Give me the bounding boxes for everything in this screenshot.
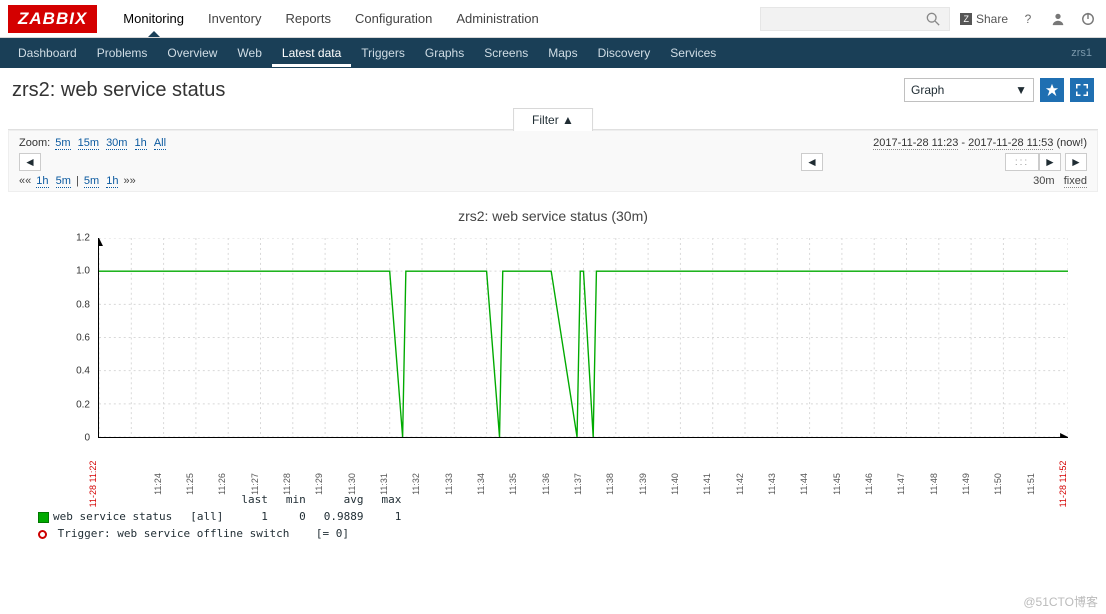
host-label: zrs1 (1071, 47, 1098, 59)
view-select-value: Graph (911, 83, 944, 97)
range-to[interactable]: 2017-11-28 11:53 (968, 137, 1053, 150)
zoom-15m[interactable]: 15m (78, 137, 99, 150)
subnav-web[interactable]: Web (227, 39, 271, 67)
zoom-5m[interactable]: 5m (55, 137, 70, 150)
help-icon[interactable]: ? (1018, 9, 1038, 29)
chevron-down-icon: ▼ (1015, 83, 1027, 97)
main-menu-reports[interactable]: Reports (273, 1, 343, 36)
legend-swatch (38, 512, 49, 523)
share-button[interactable]: Z Share (960, 12, 1008, 26)
nav-mode[interactable]: fixed (1064, 175, 1087, 188)
filter-toggle[interactable]: Filter ▲ (513, 108, 593, 131)
subnav-discovery[interactable]: Discovery (588, 39, 661, 67)
top-nav: ZABBIX MonitoringInventoryReportsConfigu… (0, 0, 1106, 38)
time-range: 2017-11-28 11:23 - 2017-11-28 11:53 (now… (873, 137, 1087, 149)
now-label: (now!) (1056, 137, 1087, 149)
favorite-button[interactable] (1040, 78, 1064, 102)
nav-5m[interactable]: 5m (84, 175, 99, 188)
user-icon[interactable] (1048, 9, 1068, 29)
nav-duration: 30m (1033, 175, 1054, 187)
zoom-30m[interactable]: 30m (106, 137, 127, 150)
brand-logo: ZABBIX (8, 5, 97, 33)
zoom-1h[interactable]: 1h (135, 137, 147, 150)
page-header: zrs2: web service status Graph ▼ (0, 68, 1106, 108)
main-menu-configuration[interactable]: Configuration (343, 1, 444, 36)
subnav-problems[interactable]: Problems (87, 39, 158, 67)
nav-1h[interactable]: 1h (36, 175, 48, 188)
time-bar: Zoom: 5m 15m 30m 1h All 2017-11-28 11:23… (8, 130, 1098, 192)
nav-5m[interactable]: 5m (56, 175, 71, 188)
chart-title: zrs2: web service status (30m) (8, 200, 1098, 228)
subnav-services[interactable]: Services (660, 39, 726, 67)
main-menu-monitoring[interactable]: Monitoring (111, 1, 196, 36)
search-input[interactable] (767, 12, 923, 26)
watermark: @51CTO博客 (1023, 593, 1098, 610)
slider-right-handle[interactable]: ► (1039, 153, 1061, 171)
scroll-left-button[interactable]: ◄ (19, 153, 41, 171)
share-label: Share (976, 12, 1008, 26)
main-menu-administration[interactable]: Administration (444, 1, 550, 36)
subnav-maps[interactable]: Maps (538, 39, 587, 67)
subnav-graphs[interactable]: Graphs (415, 39, 474, 67)
slider-grip[interactable]: ::: (1005, 153, 1039, 171)
scroll-right-button[interactable]: ► (1065, 153, 1087, 171)
sub-nav: DashboardProblemsOverviewWebLatest dataT… (0, 38, 1106, 68)
nav-left: «« 1h 5m | 5m 1h »» (19, 175, 136, 187)
subnav-latest-data[interactable]: Latest data (272, 39, 351, 67)
zoom-controls: Zoom: 5m 15m 30m 1h All (19, 137, 168, 149)
subnav-overview[interactable]: Overview (157, 39, 227, 67)
search-box[interactable] (760, 7, 950, 31)
nav-right: 30m fixed (1033, 175, 1087, 187)
chart: zrs2: web service status (30m) 00.20.40.… (8, 200, 1098, 543)
chart-plot: 00.20.40.60.81.01.2 11-28 11:2211:2411:2… (28, 228, 1078, 488)
view-select[interactable]: Graph ▼ (904, 78, 1034, 102)
zoom-all[interactable]: All (154, 137, 166, 150)
slider-left-handle[interactable]: ◄ (801, 153, 823, 171)
subnav-dashboard[interactable]: Dashboard (8, 39, 87, 67)
top-right: Z Share ? (760, 7, 1098, 31)
subnav-screens[interactable]: Screens (474, 39, 538, 67)
main-menu-inventory[interactable]: Inventory (196, 1, 273, 36)
trigger-swatch (38, 530, 47, 539)
search-icon[interactable] (923, 9, 943, 29)
main-menu: MonitoringInventoryReportsConfigurationA… (111, 1, 550, 36)
chart-legend: lastminavgmaxweb service status[all]100.… (28, 490, 1078, 543)
range-from[interactable]: 2017-11-28 11:23 (873, 137, 958, 150)
filter-row: Filter ▲ (8, 108, 1098, 130)
logout-icon[interactable] (1078, 9, 1098, 29)
subnav-triggers[interactable]: Triggers (351, 39, 415, 67)
z-icon: Z (960, 13, 972, 25)
nav-1h[interactable]: 1h (106, 175, 118, 188)
fullscreen-button[interactable] (1070, 78, 1094, 102)
zoom-label: Zoom: (19, 137, 50, 149)
page-title: zrs2: web service status (12, 79, 225, 102)
time-slider[interactable]: ◄ ::: ► (801, 153, 1061, 171)
